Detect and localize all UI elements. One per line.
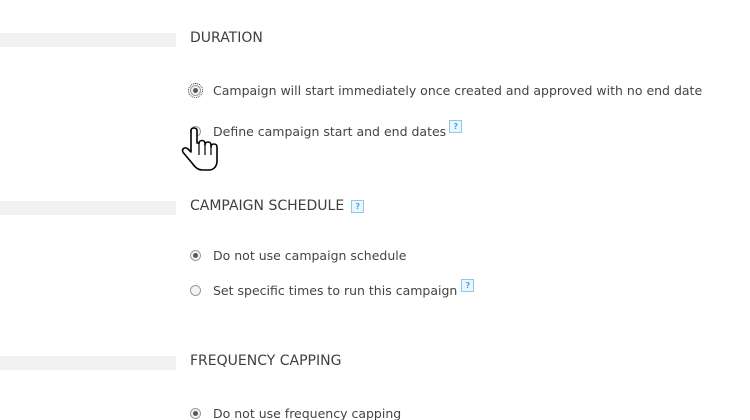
section-title-duration: DURATION (190, 30, 263, 46)
section-title-schedule: CAMPAIGN SCHEDULE ? (190, 198, 365, 214)
frequency-option-none[interactable]: Do not use frequency capping (190, 404, 401, 420)
help-icon[interactable]: ? (449, 119, 463, 133)
schedule-none-radio[interactable] (190, 249, 201, 261)
duration-immediate-label[interactable]: Campaign will start immediately once cre… (213, 83, 702, 98)
campaign-settings-page: DURATION Campaign will start immediately… (0, 0, 750, 420)
schedule-none-label[interactable]: Do not use campaign schedule (213, 248, 406, 263)
section-title-schedule-text: CAMPAIGN SCHEDULE (190, 198, 345, 214)
schedule-option-none[interactable]: Do not use campaign schedule (190, 246, 406, 264)
section-bar (0, 201, 176, 215)
duration-immediate-radio[interactable] (188, 82, 203, 98)
schedule-option-specific-times[interactable]: Set specific times to run this campaign … (190, 278, 475, 299)
help-icon[interactable]: ? (351, 199, 365, 213)
section-title-frequency: FREQUENCY CAPPING (190, 353, 342, 369)
section-bar (0, 33, 176, 47)
duration-option-define-dates[interactable]: Define campaign start and end dates ? (190, 119, 463, 140)
frequency-none-label[interactable]: Do not use frequency capping (213, 406, 401, 420)
schedule-specific-times-radio[interactable] (190, 284, 201, 296)
frequency-none-radio[interactable] (190, 407, 201, 419)
schedule-specific-times-label[interactable]: Set specific times to run this campaign (213, 283, 457, 298)
help-icon[interactable]: ? (461, 278, 475, 292)
section-bar (0, 356, 176, 370)
duration-define-dates-label[interactable]: Define campaign start and end dates (213, 124, 446, 139)
duration-define-dates-radio[interactable] (190, 125, 201, 137)
duration-option-immediate[interactable]: Campaign will start immediately once cre… (188, 81, 702, 99)
